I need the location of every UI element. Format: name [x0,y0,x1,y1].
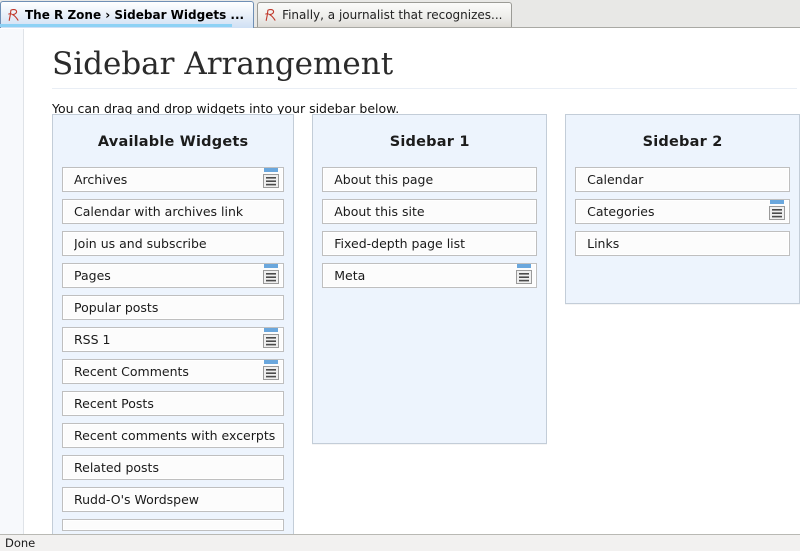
widget-item-label: Popular posts [74,300,159,315]
widget-item-label: Related posts [74,460,159,475]
r-zone-favicon [7,8,20,22]
active-tab-accent-bar [0,24,232,27]
widget-item-label: Pages [74,268,111,283]
panel-title-sidebar-2: Sidebar 2 [642,134,723,150]
widget-item-label: About this page [334,172,434,187]
widget-item[interactable]: About this site [322,199,538,224]
widget-item[interactable]: Categories [575,199,790,224]
r-zone-favicon [264,8,277,22]
panel-sidebar-1[interactable]: Sidebar 1 About this page About this site… [312,114,548,444]
panel-available-widgets[interactable]: Available Widgets Archives Calendar with … [52,114,295,534]
browser-status-bar: Done [0,534,800,551]
widget-columns: Available Widgets Archives Calendar with … [52,114,800,534]
status-text: Done [5,536,36,550]
browser-tab-inactive[interactable]: Finally, a journalist that recognizes... [257,2,513,27]
widget-list-available: Archives Calendar with archives link Join … [62,164,285,531]
widget-item-label: RSS 1 [74,332,111,347]
widget-item[interactable]: Pages [62,260,285,288]
widget-item[interactable]: Related posts [62,455,285,480]
widget-item[interactable]: Links [575,231,790,256]
widget-item[interactable]: Popular posts [62,295,285,320]
widget-item-label: Meta [334,268,366,283]
widget-item[interactable]: Join us and subscribe [62,231,285,256]
widget-item-label: Join us and subscribe [74,236,207,251]
widget-item[interactable]: Meta [322,260,538,288]
title-divider [52,88,797,89]
widget-item[interactable]: Fixed-depth page list [322,231,538,256]
widget-item[interactable]: Recent Posts [62,391,285,416]
widget-item[interactable]: About this page [322,167,538,192]
widget-item-label: Archives [74,172,128,187]
widget-config-icon[interactable] [768,196,786,222]
page-viewport: Sidebar Arrangement You can drag and dro… [0,29,800,534]
widget-item[interactable]: RSS 1 [62,324,285,352]
widget-item-label: Rudd-O's Wordspew [74,492,200,507]
browser-tab-title: Finally, a journalist that recognizes... [282,8,503,22]
widget-item[interactable]: Recent Comments [62,356,285,384]
widget-item-label: Categories [587,204,655,219]
widget-item-label: Recent Posts [74,396,154,411]
widget-item[interactable]: Recent comments with excerpts [62,423,285,448]
widget-item-label: Recent Comments [74,364,189,379]
widget-config-icon[interactable] [515,260,533,286]
widget-item-label: Fixed-depth page list [334,236,466,251]
page-content: Sidebar Arrangement You can drag and dro… [25,29,800,534]
browser-tab-title: The R Zone › Sidebar Widgets ... [25,8,245,22]
widget-config-icon[interactable] [262,324,280,350]
widget-item-label: About this site [334,204,425,219]
widget-config-icon[interactable] [262,260,280,286]
widget-item-label: Links [587,236,620,251]
widget-item[interactable]: Rudd-O's Wordspew [62,487,285,512]
widget-item[interactable]: Archives [62,164,285,192]
widget-item-label: Calendar [587,172,644,187]
widget-item[interactable] [62,519,285,531]
widget-config-icon[interactable] [262,356,280,382]
widget-item-label: Calendar with archives link [74,204,244,219]
panel-title-sidebar-1: Sidebar 1 [389,134,470,150]
panel-sidebar-2[interactable]: Sidebar 2 Calendar Categories Links [565,114,800,304]
widget-config-icon[interactable] [262,164,280,190]
panel-title-available-widgets: Available Widgets [97,134,249,150]
widget-list-sidebar-2: Calendar Categories Links [575,167,790,256]
page-title: Sidebar Arrangement [52,46,394,82]
widget-item-label: Recent comments with excerpts [74,428,276,443]
widget-item[interactable]: Calendar with archives link [62,199,285,224]
page-left-gutter [0,29,24,534]
widget-item[interactable]: Calendar [575,167,790,192]
widget-list-sidebar-1: About this page About this site Fixed-dept… [322,167,538,288]
